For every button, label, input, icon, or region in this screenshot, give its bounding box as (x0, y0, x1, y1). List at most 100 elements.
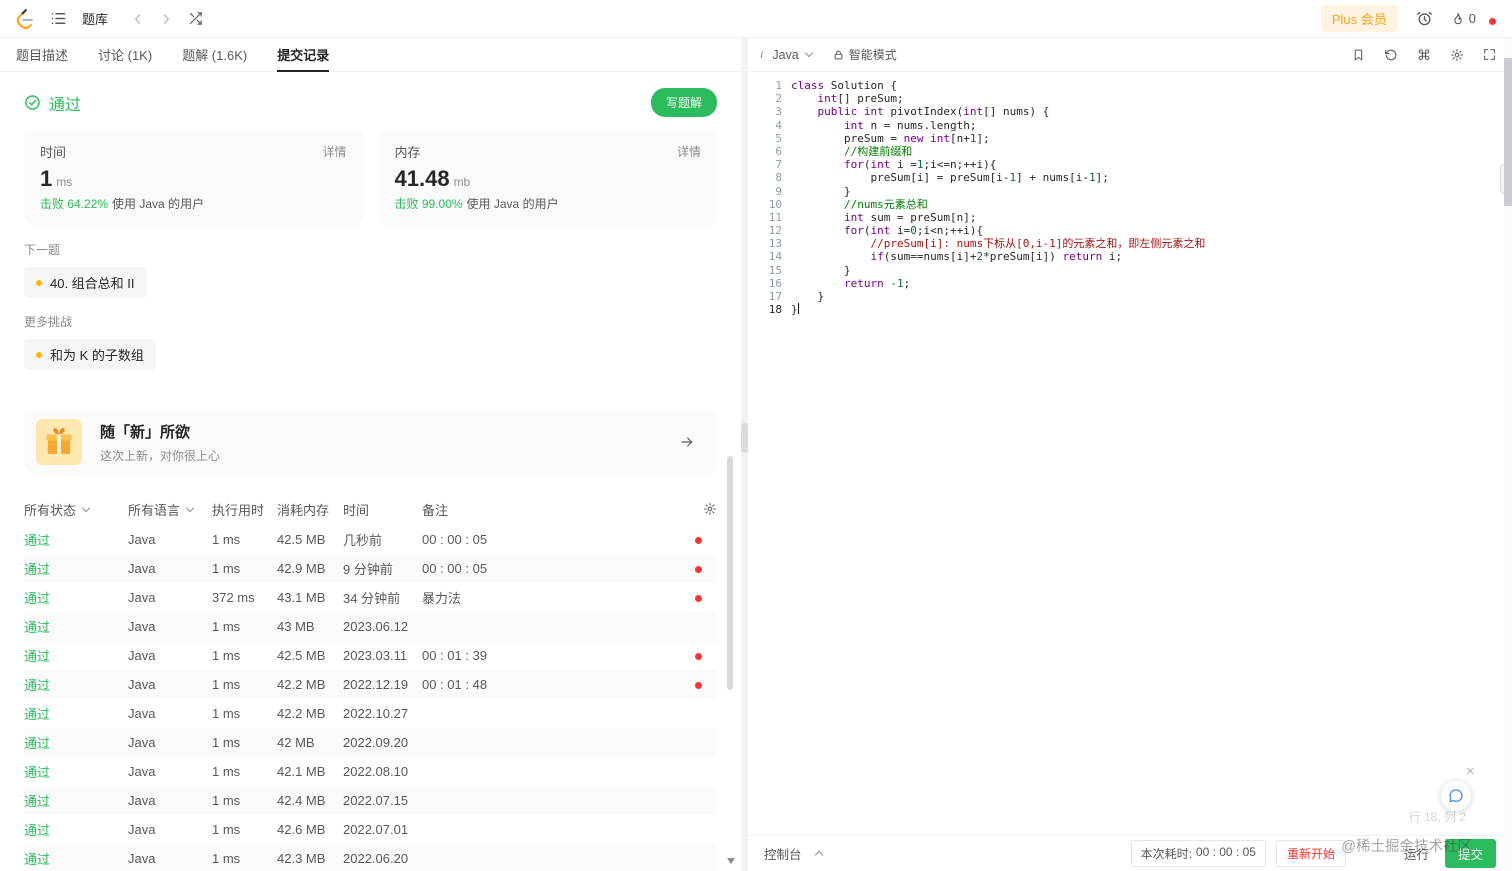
tab-discuss[interactable]: 讨论 (1K) (98, 38, 152, 71)
language-selector[interactable]: Java (772, 48, 813, 62)
prev-problem-icon[interactable] (131, 12, 145, 26)
code-line: class Solution { (791, 79, 897, 92)
next-problem-chip[interactable]: 40. 组合总和 II (24, 267, 147, 298)
submission-memory: 43.1 MB (277, 590, 326, 605)
submission-row[interactable]: 通过 Java 1 ms 42 MB 2022.09.20 (24, 728, 717, 757)
submission-memory: 43 MB (277, 619, 315, 634)
nav-problem-bank-link[interactable]: 题库 (82, 9, 108, 28)
left-panel-scrollbar-thumb[interactable] (727, 456, 733, 690)
splitter-grip-handle[interactable] (741, 423, 748, 453)
submission-note: 00 : 01 : 39 (422, 648, 488, 663)
plus-member-badge[interactable]: Plus 会员 (1320, 5, 1398, 32)
daily-streak-counter[interactable]: 0 (1451, 11, 1476, 27)
submission-runtime: 1 ms (212, 619, 241, 634)
submission-runtime: 1 ms (212, 735, 241, 750)
submission-status-link[interactable]: 通过 (24, 646, 128, 665)
submission-row[interactable]: 通过 Java 1 ms 42.4 MB 2022.07.15 (24, 786, 717, 815)
runtime-stat-card: 时间 详情 1 ms 击败 64.22% 使用 Java 的用户 (24, 130, 363, 225)
page-scrollbar-thumb[interactable] (1504, 58, 1512, 206)
bookmark-icon[interactable] (1352, 48, 1365, 62)
runtime-detail-link[interactable]: 详情 (322, 143, 346, 160)
code-line: for(int i =1;i<=n;++i){ (843, 158, 997, 172)
arrow-right-icon[interactable] (679, 434, 695, 450)
table-settings-gear-icon[interactable] (703, 502, 717, 516)
panel-splitter[interactable] (741, 38, 748, 871)
timer-clock-icon[interactable] (1416, 10, 1433, 27)
submission-row[interactable]: 通过 Java 372 ms 43.1 MB 34 分钟前 暴力法 (24, 583, 717, 612)
submission-status-link[interactable]: 通过 (24, 675, 128, 694)
memory-value: 41.48 mb (395, 166, 702, 192)
submission-row[interactable]: 通过 Java 1 ms 42.2 MB 2022.10.27 (24, 699, 717, 728)
submission-memory: 42.2 MB (277, 677, 326, 692)
language-filter-dropdown[interactable]: 所有语言 (128, 500, 212, 519)
smart-mode-toggle[interactable]: 智能模式 (833, 46, 897, 63)
page-scrollbar[interactable] (1504, 38, 1512, 871)
reset-code-icon[interactable] (1384, 48, 1398, 62)
navbar-left: 题库 (14, 8, 203, 29)
submission-language: Java (128, 822, 156, 837)
submission-row[interactable]: 通过 Java 1 ms 42.2 MB 2022.12.19 00 : 01 : 48 (24, 670, 717, 699)
challenge-problem-chip[interactable]: 和为 K 的子数组 (24, 339, 156, 370)
submit-code-button[interactable]: 提交 (1444, 839, 1496, 868)
submission-status-link[interactable]: 通过 (24, 704, 128, 723)
restart-timer-button[interactable]: 重新开始 (1275, 840, 1346, 867)
submission-status-link[interactable]: 通过 (24, 791, 128, 810)
session-timer: 本次耗时: 00 : 00 : 05 (1130, 840, 1266, 867)
streak-count: 0 (1468, 11, 1476, 26)
submission-row[interactable]: 通过 Java 1 ms 42.5 MB 几秒前 00 : 00 : 05 (24, 525, 717, 554)
promo-banner[interactable]: 随「新」所欲 这次上新，对你很上心 (24, 411, 717, 473)
accepted-label: 通过 (49, 96, 82, 114)
next-problem-label: 下一题 (24, 243, 61, 257)
fullscreen-expand-icon[interactable] (1483, 48, 1496, 61)
note-indicator-cell (695, 532, 717, 547)
submission-status-link[interactable]: 通过 (24, 559, 128, 578)
submission-row[interactable]: 通过 Java 1 ms 42.1 MB 2022.08.10 (24, 757, 717, 786)
submission-row[interactable]: 通过 Java 1 ms 42.3 MB 2022.06.20 (24, 844, 717, 871)
line-number: 9 (775, 184, 782, 198)
leetcode-logo-icon[interactable] (14, 8, 35, 29)
editor-toolbar-icons: ⌘ (1352, 48, 1496, 62)
result-header-row: 通过 写题解 (24, 88, 717, 117)
tab-description[interactable]: 题目描述 (16, 38, 68, 71)
statusbar-actions: 本次耗时: 00 : 00 : 05 重新开始 运行 提交 (1130, 839, 1496, 868)
code-editor-area[interactable]: 1 2 3 4 5 6 7 8 9 10 11 12 13 14 15 16 17 18 class Soluti… (748, 72, 1512, 835)
chat-close-icon[interactable]: ✕ (1466, 767, 1475, 778)
memory-detail-link[interactable]: 详情 (677, 143, 701, 160)
tab-submissions[interactable]: 提交记录 (277, 38, 330, 72)
submission-status-link[interactable]: 通过 (24, 762, 128, 781)
submission-runtime: 1 ms (212, 851, 241, 866)
submission-status-link[interactable]: 通过 (24, 849, 128, 868)
problem-list-icon[interactable] (50, 10, 67, 27)
run-code-button[interactable]: 运行 (1398, 840, 1435, 867)
submission-language: Java (128, 619, 156, 634)
promo-subtitle: 这次上新，对你很上心 (100, 448, 221, 463)
chat-bubble-button[interactable] (1441, 781, 1471, 811)
console-toggle[interactable]: 控制台 (764, 844, 823, 863)
submission-time: 2022.06.20 (343, 851, 409, 866)
submission-status-link[interactable]: 通过 (24, 530, 128, 549)
submission-row[interactable]: 通过 Java 1 ms 42.6 MB 2022.07.01 (24, 815, 717, 844)
more-challenge-label: 更多挑战 (24, 315, 73, 329)
write-solution-button[interactable]: 写题解 (650, 88, 717, 117)
submission-row[interactable]: 通过 Java 1 ms 42.9 MB 9 分钟前 00 : 00 : 05 (24, 554, 717, 583)
submission-row[interactable]: 通过 Java 1 ms 42.5 MB 2023.03.11 00 : 01 : 39 (24, 641, 717, 670)
status-filter-dropdown[interactable]: 所有状态 (24, 500, 128, 519)
submission-status-link[interactable]: 通过 (24, 588, 128, 607)
tab-solutions[interactable]: 题解 (1.6K) (182, 38, 247, 71)
smart-mode-label: 智能模式 (848, 48, 897, 62)
submission-note: 00 : 00 : 05 (422, 561, 488, 576)
editor-settings-gear-icon[interactable] (1450, 48, 1464, 62)
submission-status-link[interactable]: 通过 (24, 617, 128, 636)
next-problem-icon[interactable] (159, 12, 173, 26)
submission-memory: 42 MB (277, 735, 315, 750)
keyboard-shortcuts-icon[interactable]: ⌘ (1417, 48, 1431, 62)
text-cursor (797, 303, 799, 315)
random-problem-shuffle-icon[interactable] (188, 11, 203, 26)
submission-row[interactable]: 通过 Java 1 ms 43 MB 2023.06.12 (24, 612, 717, 641)
code-line: preSum[i] = preSum[i-1] + nums[i-1]; (791, 171, 1109, 185)
submission-status-link[interactable]: 通过 (24, 733, 128, 752)
scroll-down-arrow-icon[interactable] (727, 858, 735, 864)
result-stat-cards: 时间 详情 1 ms 击败 64.22% 使用 Java 的用户 内存 详情 4… (24, 130, 717, 225)
submission-language: Java (128, 590, 156, 605)
submission-status-link[interactable]: 通过 (24, 820, 128, 839)
